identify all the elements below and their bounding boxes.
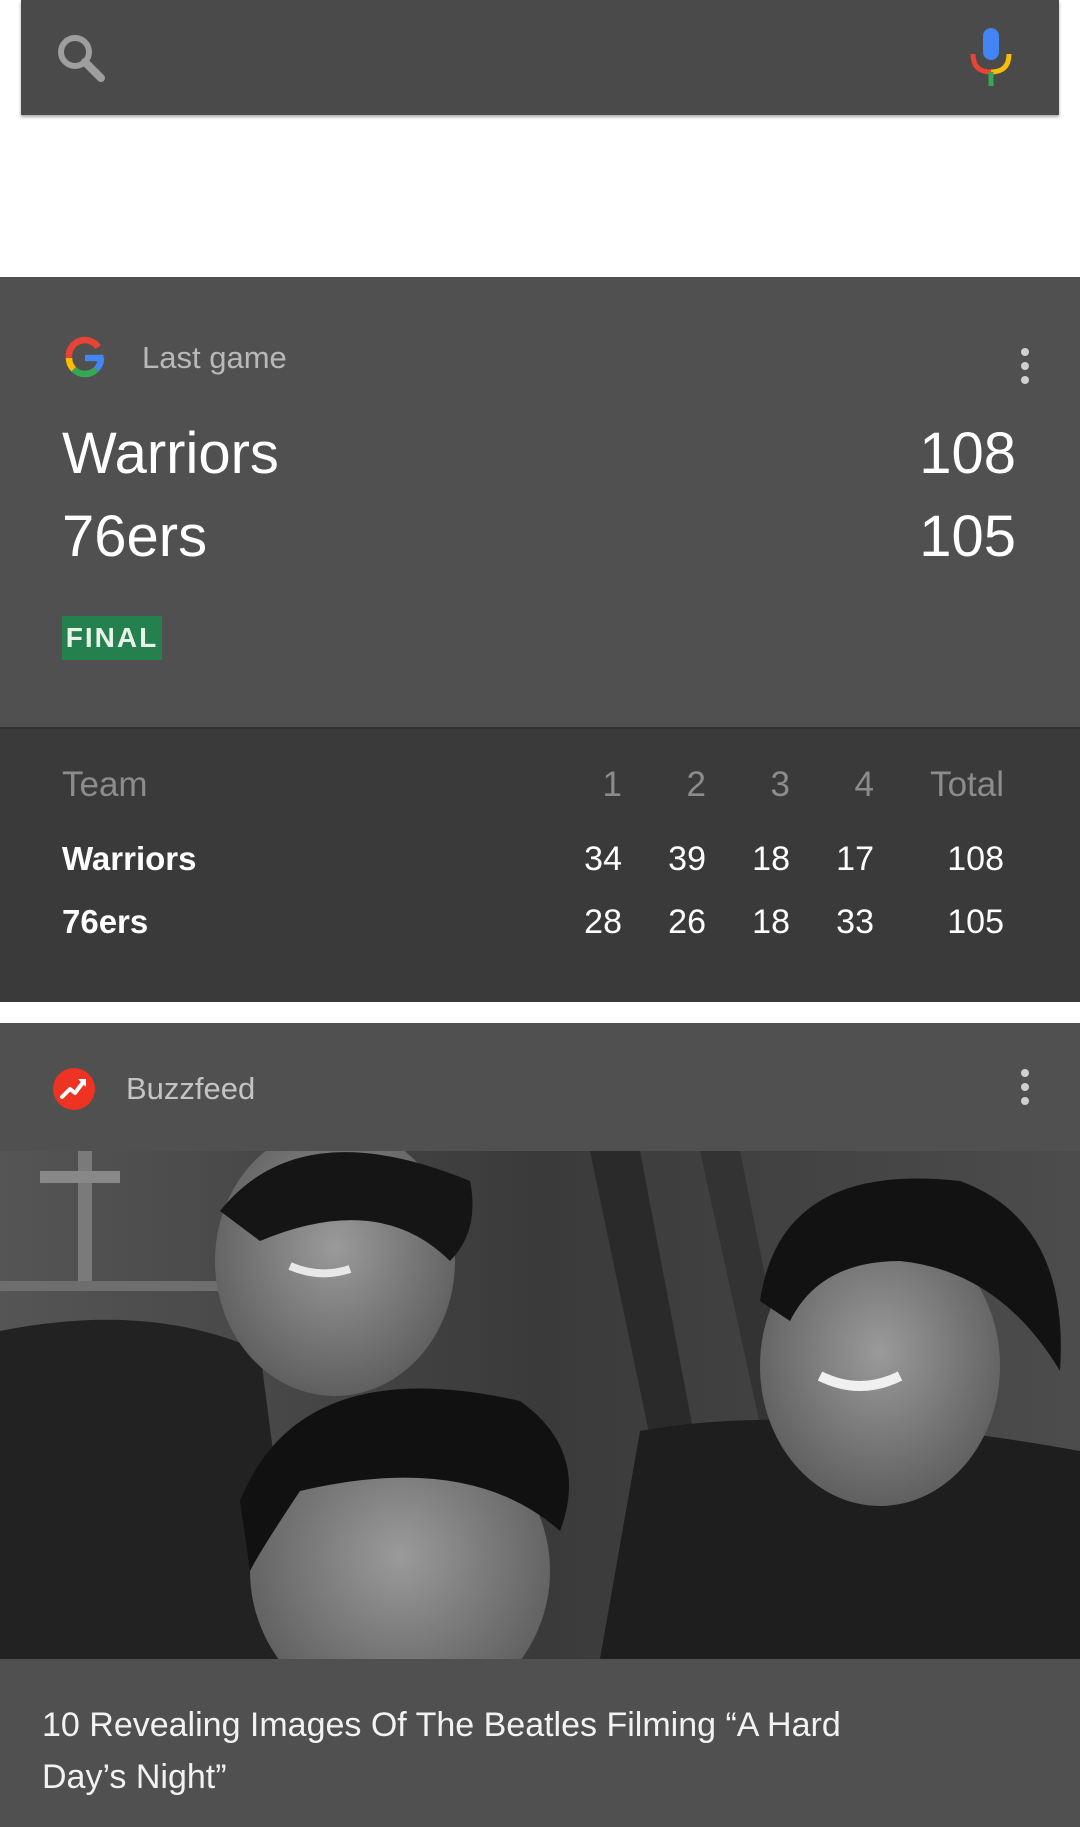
table-cell: 39 xyxy=(668,840,706,878)
search-bar[interactable] xyxy=(21,0,1059,115)
column-header: 4 xyxy=(854,765,874,804)
search-input[interactable] xyxy=(131,30,935,88)
team-name: Warriors xyxy=(62,421,279,486)
mic-icon[interactable] xyxy=(959,24,1023,90)
box-score-table[interactable]: Team 1 2 3 4 Total Warriors 34 39 18 17 … xyxy=(0,727,1080,1002)
table-cell: 33 xyxy=(836,903,874,941)
score-card[interactable]: Last game Warriors 108 76ers 105 FINAL T… xyxy=(0,277,1080,1002)
column-header: 1 xyxy=(602,765,622,804)
table-cell: 28 xyxy=(584,903,622,941)
search-icon[interactable] xyxy=(49,26,113,90)
table-header-row: Team 1 2 3 4 Total xyxy=(0,765,1080,809)
column-header: Total xyxy=(930,765,1004,804)
table-cell: 34 xyxy=(584,840,622,878)
team-score-row: 76ers 105 xyxy=(62,503,1016,570)
table-cell: 108 xyxy=(947,840,1004,878)
buzzfeed-trending-icon xyxy=(53,1068,95,1110)
team-name: 76ers xyxy=(62,504,208,569)
more-vert-icon[interactable] xyxy=(1020,1069,1030,1105)
more-vert-icon[interactable] xyxy=(1020,348,1030,384)
beatles-photo xyxy=(0,1151,1080,1659)
table-cell: 18 xyxy=(752,840,790,878)
table-cell: 105 xyxy=(947,903,1004,941)
google-g-logo-icon xyxy=(65,336,105,378)
team-score: 108 xyxy=(919,421,1016,486)
source-label: Buzzfeed xyxy=(126,1071,256,1106)
table-cell-team: Warriors xyxy=(62,840,197,877)
news-card[interactable]: Buzzfeed 10 Revealing Images Of The Beat… xyxy=(0,1023,1080,1827)
card-header: Last game xyxy=(62,335,287,381)
table-cell: 26 xyxy=(668,903,706,941)
source-label: Last game xyxy=(142,340,287,375)
article-title[interactable]: 10 Revealing Images Of The Beatles Filmi… xyxy=(42,1699,842,1803)
column-header: Team xyxy=(62,765,148,804)
article-image[interactable] xyxy=(0,1151,1080,1659)
team-score-row: Warriors 108 xyxy=(62,420,1016,487)
table-row: 76ers 28 26 18 33 105 xyxy=(0,903,1080,947)
column-header: 3 xyxy=(770,765,790,804)
card-header: Buzzfeed xyxy=(52,1067,255,1111)
table-row: Warriors 34 39 18 17 108 xyxy=(0,840,1080,884)
table-cell-team: 76ers xyxy=(62,903,149,940)
table-cell: 17 xyxy=(836,840,874,878)
team-score: 105 xyxy=(919,504,1016,569)
status-badge: FINAL xyxy=(62,616,162,660)
table-cell: 18 xyxy=(752,903,790,941)
column-header: 2 xyxy=(686,765,706,804)
